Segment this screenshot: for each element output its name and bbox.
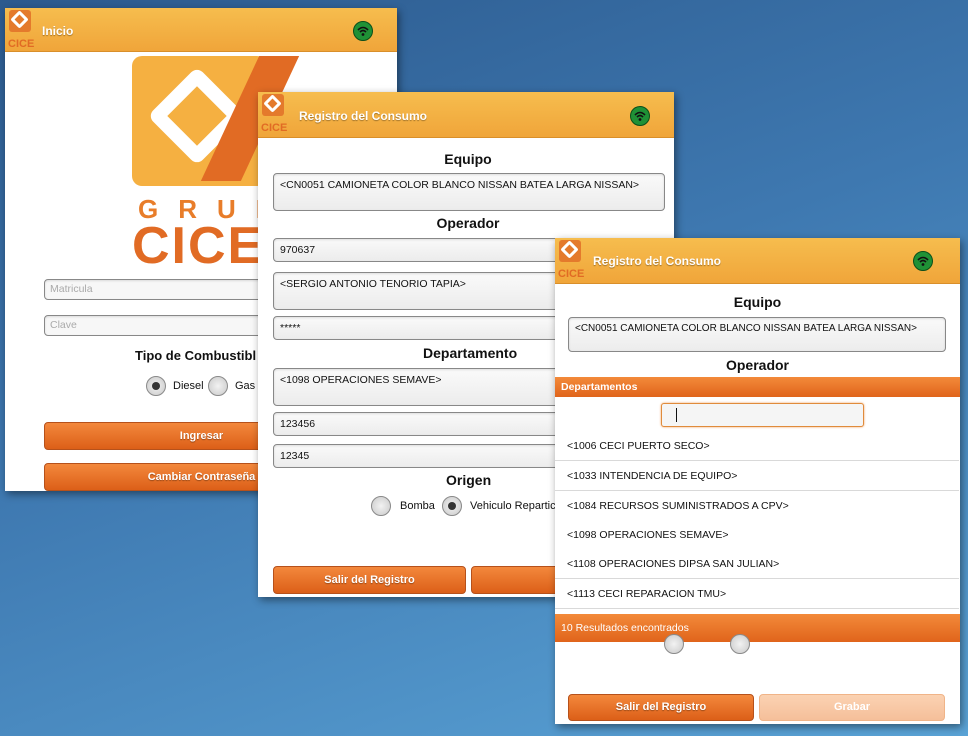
fuel-option-gas-radio[interactable] [208, 376, 228, 396]
screen-title: Registro del Consumo [299, 109, 428, 123]
input-field-a[interactable]: 123456 [273, 412, 593, 436]
app-logo: CICE [558, 240, 588, 280]
equipo-heading: Equipo [733, 294, 782, 310]
department-item[interactable]: <1084 RECURSOS SUMINISTRADOS A CPV> [555, 491, 959, 521]
department-item[interactable]: <1033 INTENDENCIA DE EQUIPO> [555, 461, 959, 491]
screen-title: Inicio [42, 24, 74, 38]
origen-heading: Origen [446, 472, 492, 488]
fuel-option-gas-label: Gas [235, 380, 256, 392]
origen-vehiculo-radio[interactable] [442, 496, 462, 516]
operador-name-field[interactable]: <SERGIO ANTONIO TENORIO TAPIA> [273, 272, 593, 310]
equipo-field[interactable]: <CN0051 CAMIONETA COLOR BLANCO NISSAN BA… [568, 317, 946, 352]
screen-title: Registro del Consumo [593, 254, 722, 268]
equipo-heading: Equipo [444, 151, 492, 167]
app-header: CICE Registro del Consumo [258, 92, 674, 138]
origen-radio-partial[interactable] [730, 634, 750, 654]
departamentos-popup: Departamentos <1006 CECI PUERTO SECO> <1… [555, 377, 960, 647]
departamento-heading: Departamento [423, 345, 518, 361]
operador-heading: Operador [436, 215, 500, 231]
departamento-field[interactable]: <1098 OPERACIONES SEMAVE> [273, 368, 593, 406]
origen-bomba-radio[interactable] [371, 496, 391, 516]
department-item[interactable]: <1108 OPERACIONES DIPSA SAN JULIAN> [555, 549, 959, 579]
salir-registro-button[interactable]: Salir del Registro [568, 694, 754, 721]
search-cursor [676, 408, 677, 422]
app-logo: CICE [261, 94, 291, 134]
department-item[interactable]: <1006 CECI PUERTO SECO> [555, 431, 959, 461]
wifi-icon [630, 106, 650, 126]
fuel-option-diesel-label: Diesel [173, 380, 204, 392]
results-count: 10 Resultados encontrados [555, 614, 960, 642]
registro-departamentos-screen: CICE Registro del Consumo Equipo <CN0051… [555, 238, 960, 724]
app-logo: CICE [8, 10, 38, 50]
department-search-input[interactable] [661, 403, 864, 427]
operador-id-input[interactable]: 970637 [273, 238, 593, 262]
salir-registro-button[interactable]: Salir del Registro [273, 566, 466, 594]
department-item[interactable]: <1098 OPERACIONES SEMAVE> [555, 520, 959, 550]
wifi-icon [913, 251, 933, 271]
origen-radio-partial[interactable] [664, 634, 684, 654]
popup-title: Departamentos [555, 377, 960, 397]
fuel-option-diesel-radio[interactable] [146, 376, 166, 396]
origen-bomba-label: Bomba [400, 500, 435, 512]
password-input[interactable]: ***** [273, 316, 593, 340]
operador-heading: Operador [725, 357, 789, 373]
wifi-icon [353, 21, 373, 41]
app-header: CICE Inicio [5, 8, 397, 52]
fuel-type-heading: Tipo de Combustibl [135, 348, 257, 363]
equipo-field[interactable]: <CN0051 CAMIONETA COLOR BLANCO NISSAN BA… [273, 173, 665, 211]
app-header: CICE Registro del Consumo [555, 238, 960, 284]
brand-word-cice: CICE [132, 217, 265, 275]
grabar-button[interactable]: Grabar [759, 694, 945, 721]
input-field-b[interactable]: 12345 [273, 444, 593, 468]
origen-vehiculo-label: Vehiculo Repartic [470, 500, 556, 512]
department-item[interactable]: <1113 CECI REPARACION TMU> [555, 579, 959, 609]
